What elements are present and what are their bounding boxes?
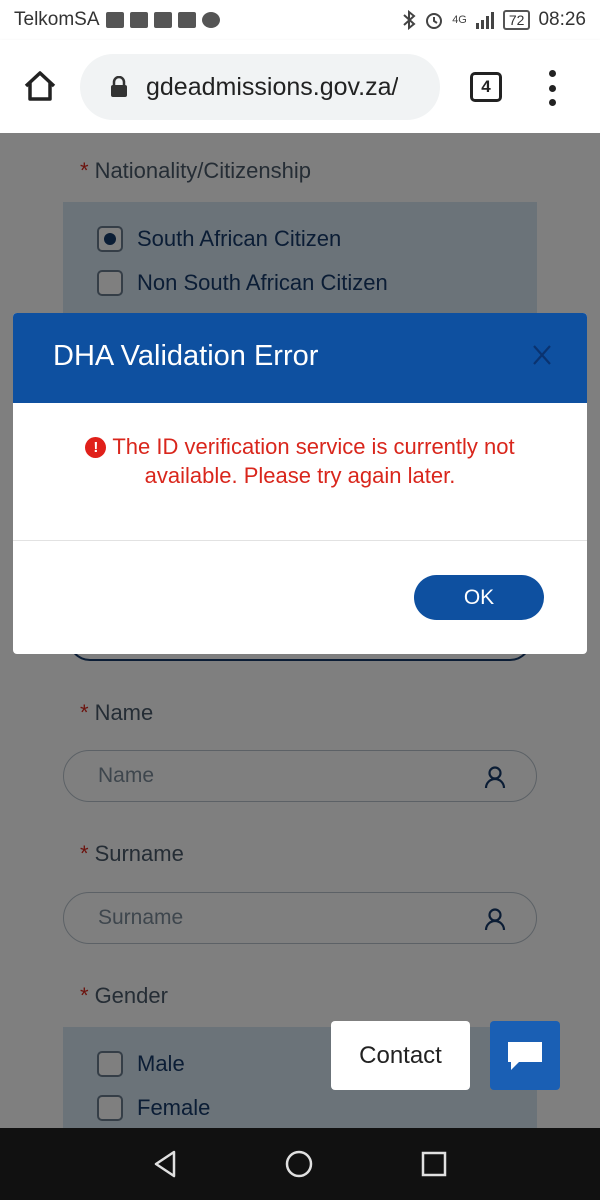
url-text: gdeadmissions.gov.za/ <box>146 72 399 101</box>
validation-error-dialog: DHA Validation Error ! The ID verificatio… <box>13 313 587 654</box>
browser-toolbar: gdeadmissions.gov.za/ 4 <box>0 40 600 133</box>
dialog-body: ! The ID verification service is currentl… <box>13 403 587 540</box>
network-type: 4G <box>452 13 467 26</box>
lock-icon <box>111 76 127 97</box>
alarm-icon <box>426 13 443 29</box>
home-circle-icon[interactable] <box>283 1148 315 1180</box>
dialog-divider <box>13 540 587 541</box>
error-message: The ID verification service is currently… <box>112 434 515 488</box>
status-right: 4G 72 08:26 <box>402 9 586 31</box>
gmail-icon <box>129 12 148 28</box>
chat-button[interactable] <box>490 1021 560 1090</box>
contact-label[interactable]: Contact <box>331 1021 470 1090</box>
chat-icon <box>508 1041 542 1070</box>
youtube-icon <box>177 12 196 28</box>
overflow-menu-icon[interactable] <box>546 70 558 106</box>
bluetooth-icon <box>403 10 416 30</box>
dialog-title: DHA Validation Error <box>53 340 319 372</box>
recents-icon[interactable] <box>420 1150 448 1178</box>
system-navigation-bar <box>0 1128 600 1200</box>
close-icon[interactable] <box>531 343 553 367</box>
notification-icon <box>105 12 124 28</box>
clock: 08:26 <box>538 9 586 30</box>
error-icon: ! <box>85 437 107 458</box>
message-icon <box>201 12 220 28</box>
back-icon[interactable] <box>150 1148 182 1180</box>
tab-switcher-button[interactable]: 4 <box>470 72 502 102</box>
gmail-icon <box>153 12 172 28</box>
signal-icon <box>475 12 494 29</box>
address-bar[interactable]: gdeadmissions.gov.za/ <box>80 54 440 120</box>
dialog-header: DHA Validation Error <box>13 313 587 403</box>
carrier-name: TelkomSA <box>14 9 100 30</box>
ok-button[interactable]: OK <box>414 575 544 620</box>
battery-indicator: 72 <box>502 10 531 30</box>
status-left: TelkomSA <box>14 9 220 31</box>
home-icon[interactable] <box>22 68 58 104</box>
status-bar: TelkomSA 4G 72 08:26 <box>0 0 600 40</box>
error-message-block: ! The ID verification service is currentl… <box>43 432 557 490</box>
